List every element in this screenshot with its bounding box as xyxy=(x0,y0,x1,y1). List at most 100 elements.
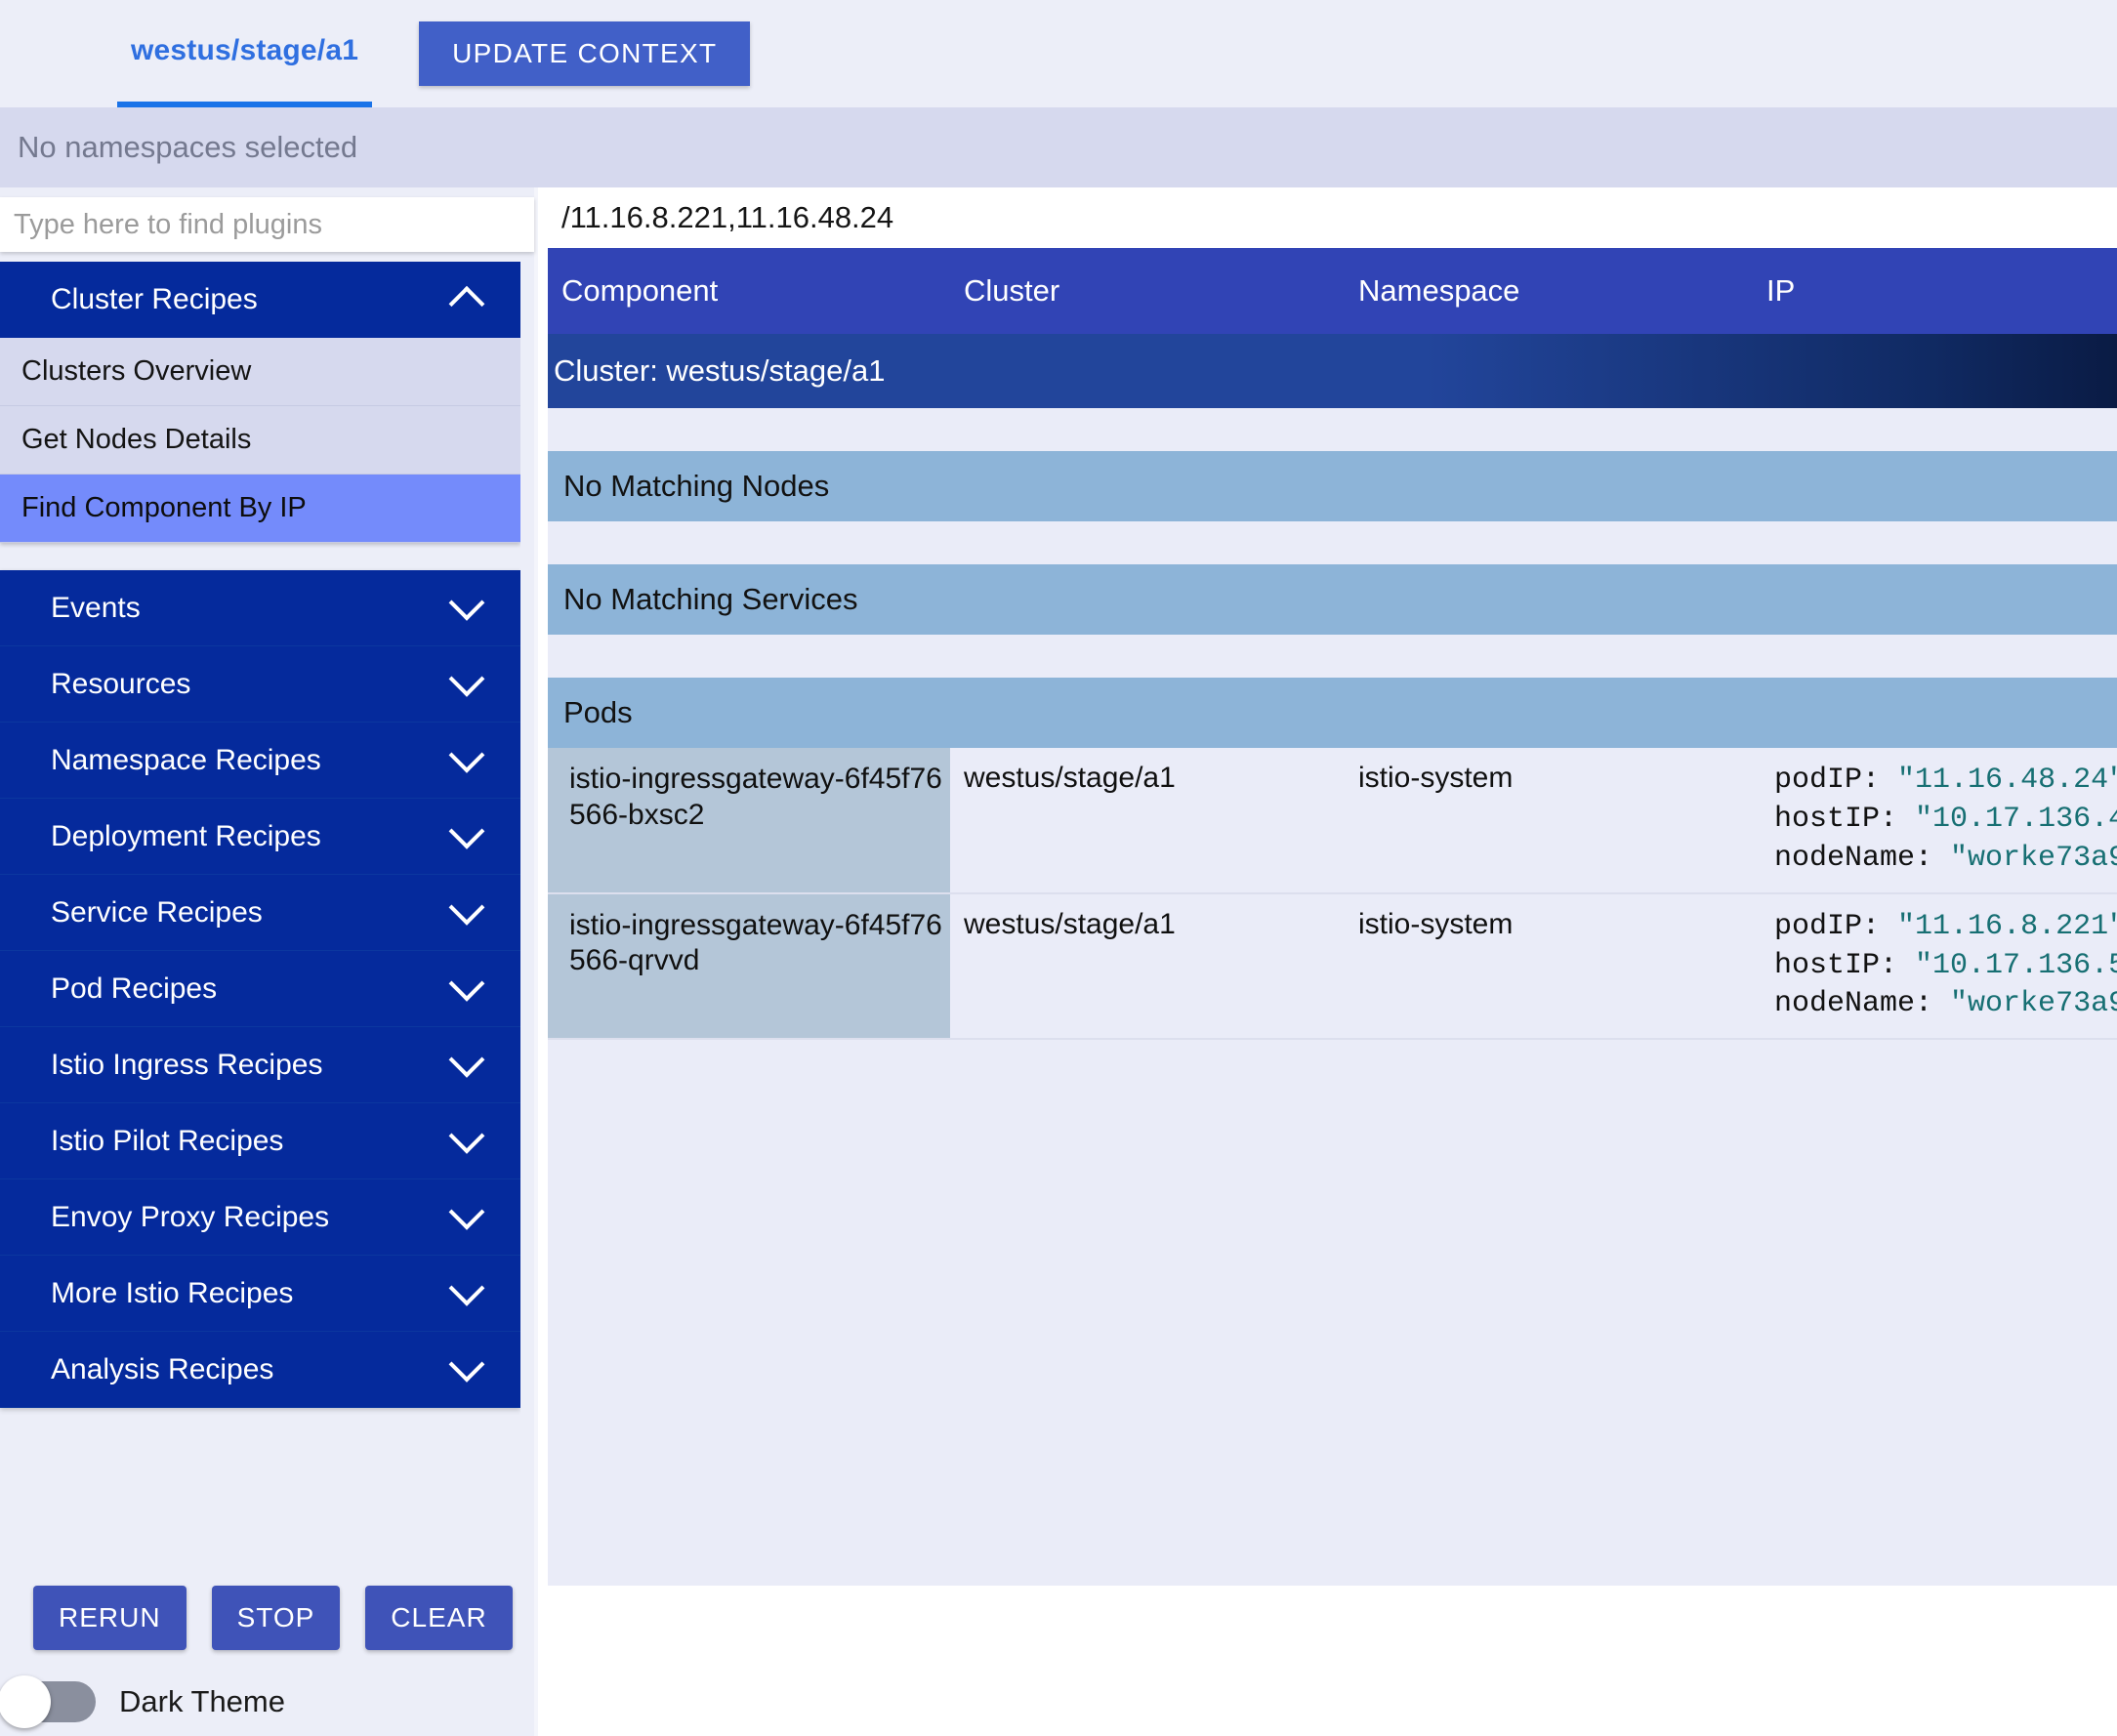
sidebar-item-get-nodes-details[interactable]: Get Nodes Details xyxy=(0,406,520,475)
sidebar-panel: Cluster Recipes Clusters Overview Get No… xyxy=(0,187,534,1736)
section-label: No Matching Nodes xyxy=(548,451,2117,521)
column-header-ip[interactable]: IP xyxy=(1753,248,2117,334)
tab-context-westus-stage-a1[interactable]: westus/stage/a1 xyxy=(117,0,373,107)
cell-cluster: westus/stage/a1 xyxy=(950,748,1345,894)
table-header-row: Component Cluster Namespace IP xyxy=(548,248,2117,334)
table-head: Component Cluster Namespace IP xyxy=(548,248,2117,334)
namespace-selector-bar[interactable]: No namespaces selected xyxy=(0,107,2117,187)
nav-group-label: Events xyxy=(51,591,141,624)
ip-value: "11.16.48.24" xyxy=(1897,764,2117,797)
nav-group-label: Namespace Recipes xyxy=(51,743,321,776)
nav-group-label: Envoy Proxy Recipes xyxy=(51,1200,330,1233)
nav-group-events[interactable]: Events xyxy=(0,570,520,646)
body-split: Cluster Recipes Clusters Overview Get No… xyxy=(0,187,2117,1736)
cell-ip-details: podIP: "11.16.8.221" hostIP: "10.17.136.… xyxy=(1753,892,2117,1041)
cluster-group-row: Cluster: westus/stage/a1 xyxy=(548,334,2117,408)
spacer-row xyxy=(548,408,2117,451)
column-header-namespace[interactable]: Namespace xyxy=(1345,248,1753,334)
table-row[interactable]: istio-ingressgateway-6f45f76566-bxsc2 we… xyxy=(548,748,2117,894)
ip-key: nodeName: xyxy=(1774,841,1933,875)
nav-group-envoy-proxy-recipes[interactable]: Envoy Proxy Recipes xyxy=(0,1179,520,1256)
nav-group-istio-ingress-recipes[interactable]: Istio Ingress Recipes xyxy=(0,1027,520,1103)
nav-group-label: Deployment Recipes xyxy=(51,819,321,852)
section-row-no-matching-services: No Matching Services xyxy=(548,564,2117,635)
ip-key: nodeName: xyxy=(1774,987,1933,1021)
table-row[interactable]: istio-ingressgateway-6f45f76566-qrvvd we… xyxy=(548,892,2117,1041)
sidebar-item-find-component-by-ip[interactable]: Find Component By IP xyxy=(0,475,520,543)
top-context-bar: westus/stage/a1 UPDATE CONTEXT xyxy=(0,0,2117,107)
rerun-button[interactable]: RERUN xyxy=(33,1586,187,1650)
ip-line: nodeName: "worke73a9000001" xyxy=(1774,840,2117,879)
section-label: No Matching Services xyxy=(548,564,2117,635)
stop-button[interactable]: STOP xyxy=(211,1586,341,1650)
ip-line: nodeName: "worke73a9000004" xyxy=(1774,985,2117,1024)
cell-ip-details: podIP: "11.16.48.24" hostIP: "10.17.136.… xyxy=(1753,748,2117,894)
chevron-down-icon xyxy=(448,965,485,1002)
ip-value: "worke73a9000001" xyxy=(1950,841,2117,875)
column-header-component[interactable]: Component xyxy=(548,248,950,334)
chevron-down-icon xyxy=(448,1117,485,1154)
nav-group-cluster-recipes: Cluster Recipes Clusters Overview Get No… xyxy=(0,262,520,543)
ip-value: "10.17.136.49" xyxy=(1915,802,2117,836)
nav-group-namespace-recipes[interactable]: Namespace Recipes xyxy=(0,723,520,799)
cell-namespace: istio-system xyxy=(1345,748,1753,894)
namespace-selector-text: No namespaces selected xyxy=(18,130,358,164)
chevron-down-icon xyxy=(448,660,485,697)
ip-line: podIP: "11.16.48.24" xyxy=(1774,762,2117,801)
sidebar-item-label: Clusters Overview xyxy=(21,355,252,387)
chevron-down-icon xyxy=(448,1193,485,1230)
nav-group-label: Istio Pilot Recipes xyxy=(51,1124,284,1157)
cell-namespace: istio-system xyxy=(1345,892,1753,1041)
section-row-no-matching-nodes: No Matching Nodes xyxy=(548,451,2117,521)
update-context-button[interactable]: UPDATE CONTEXT xyxy=(419,21,751,86)
nav-group-more-istio-recipes[interactable]: More Istio Recipes xyxy=(0,1256,520,1332)
results-table-area: Component Cluster Namespace IP Cluster: … xyxy=(548,248,2117,1736)
ip-key: podIP: xyxy=(1774,909,1881,943)
context-tab-strip: westus/stage/a1 xyxy=(0,0,373,107)
column-header-cluster[interactable]: Cluster xyxy=(950,248,1345,334)
nav-collapsed-groups: Events Resources Namespace Recipes Deplo… xyxy=(0,570,520,1408)
ip-line: hostIP: "10.17.136.52" xyxy=(1774,947,2117,986)
ip-value: "11.16.8.221" xyxy=(1897,909,2117,943)
ip-key: hostIP: xyxy=(1774,948,1898,982)
nav-group-label: More Istio Recipes xyxy=(51,1276,294,1309)
nav-group-label: Pod Recipes xyxy=(51,971,218,1005)
ip-value: "worke73a9000004" xyxy=(1950,987,2117,1021)
results-panel: Component Cluster Namespace IP Cluster: … xyxy=(534,187,2117,1736)
ip-line: hostIP: "10.17.136.49" xyxy=(1774,801,2117,840)
cell-cluster: westus/stage/a1 xyxy=(950,892,1345,1041)
nav-group-deployment-recipes[interactable]: Deployment Recipes xyxy=(0,799,520,875)
ip-key: hostIP: xyxy=(1774,802,1898,836)
sidebar-nav-scroll: Cluster Recipes Clusters Overview Get No… xyxy=(0,262,520,1558)
chevron-up-icon xyxy=(448,285,485,322)
chevron-down-icon xyxy=(448,736,485,773)
nav-group-istio-pilot-recipes[interactable]: Istio Pilot Recipes xyxy=(0,1103,520,1179)
plugin-search-input[interactable] xyxy=(0,197,534,252)
spacer-row xyxy=(548,635,2117,678)
nav-group-analysis-recipes[interactable]: Analysis Recipes xyxy=(0,1332,520,1408)
sidebar-item-clusters-overview[interactable]: Clusters Overview xyxy=(0,338,520,406)
chevron-down-icon xyxy=(448,1041,485,1078)
section-row-pods: Pods xyxy=(548,678,2117,748)
action-button-row: RERUN STOP CLEAR xyxy=(0,1558,534,1668)
nav-group-service-recipes[interactable]: Service Recipes xyxy=(0,875,520,951)
ip-search-input[interactable] xyxy=(548,187,2117,248)
dark-theme-label: Dark Theme xyxy=(119,1684,285,1718)
dark-theme-toggle[interactable] xyxy=(0,1675,96,1728)
nav-group-label: Analysis Recipes xyxy=(51,1352,274,1385)
ip-key: podIP: xyxy=(1774,764,1881,797)
section-label: Pods xyxy=(548,678,2117,748)
nav-group-label: Resources xyxy=(51,667,191,700)
components-table: Component Cluster Namespace IP Cluster: … xyxy=(548,248,2117,1587)
clear-button[interactable]: CLEAR xyxy=(365,1586,513,1650)
toggle-knob-icon xyxy=(0,1675,51,1728)
chevron-down-icon xyxy=(448,584,485,621)
ip-line: podIP: "11.16.8.221" xyxy=(1774,908,2117,947)
nav-group-resources[interactable]: Resources xyxy=(0,646,520,723)
table-filler-row xyxy=(548,1039,2117,1587)
cell-component: istio-ingressgateway-6f45f76566-bxsc2 xyxy=(548,748,950,894)
cluster-group-label: Cluster: westus/stage/a1 xyxy=(548,334,2117,408)
nav-group-label: Cluster Recipes xyxy=(51,283,258,315)
nav-group-header-cluster-recipes[interactable]: Cluster Recipes xyxy=(0,262,520,338)
nav-group-pod-recipes[interactable]: Pod Recipes xyxy=(0,951,520,1027)
